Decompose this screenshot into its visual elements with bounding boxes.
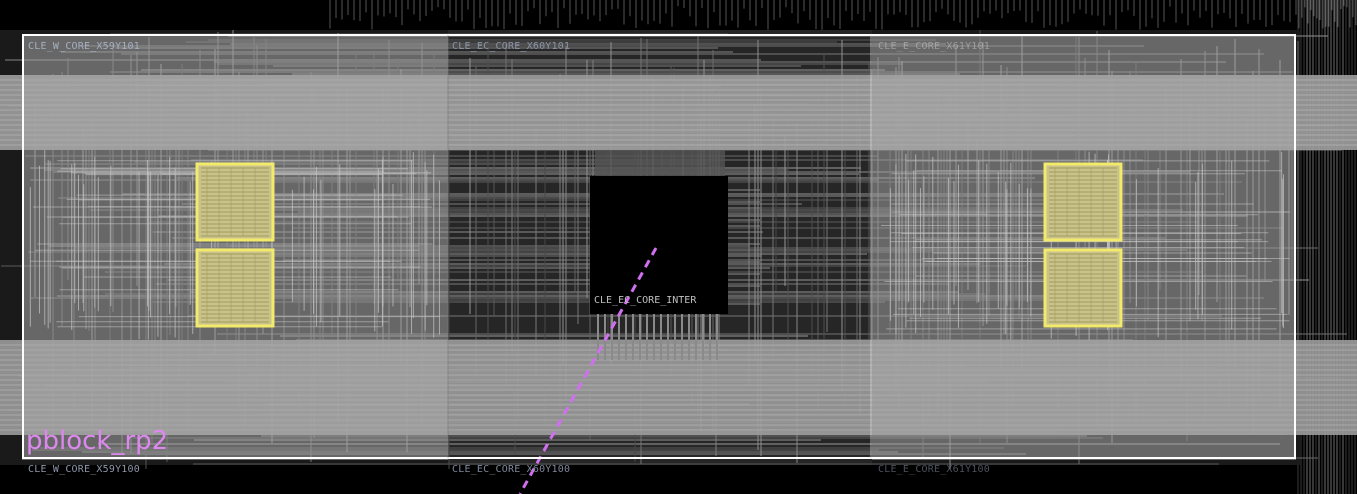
inter-tile-label: CLE_EC_CORE_INTER: [594, 295, 697, 306]
pblock-name-label[interactable]: pblock_rp2: [26, 428, 168, 454]
routing-layer: [0, 0, 1357, 494]
inter-tile-box: [590, 176, 728, 314]
tile-label-cle-e-upper: CLE_E_CORE_X61Y101: [878, 41, 990, 52]
inter-tile-top: [595, 150, 725, 176]
tile-label-cle-e-lower: CLE_E_CORE_X61Y100: [878, 464, 990, 475]
device-view-canvas[interactable]: CLE_W_CORE_X59Y101 CLE_EC_CORE_X60Y101 C…: [0, 0, 1357, 494]
tile-label-cle-ec-upper: CLE_EC_CORE_X60Y101: [452, 41, 571, 52]
tile-label-cle-w-upper: CLE_W_CORE_X59Y101: [28, 41, 140, 52]
highlight-cell-right-lower: [1043, 248, 1123, 328]
tile-label-cle-ec-lower: CLE_EC_CORE_X60Y100: [452, 464, 571, 475]
highlight-cell-left-upper: [195, 162, 275, 242]
pblock-fill-left: [22, 35, 448, 460]
tile-label-cle-w-lower: CLE_W_CORE_X59Y100: [28, 464, 140, 475]
highlight-cell-right-upper: [1043, 162, 1123, 242]
highlight-cell-left-lower: [195, 248, 275, 328]
